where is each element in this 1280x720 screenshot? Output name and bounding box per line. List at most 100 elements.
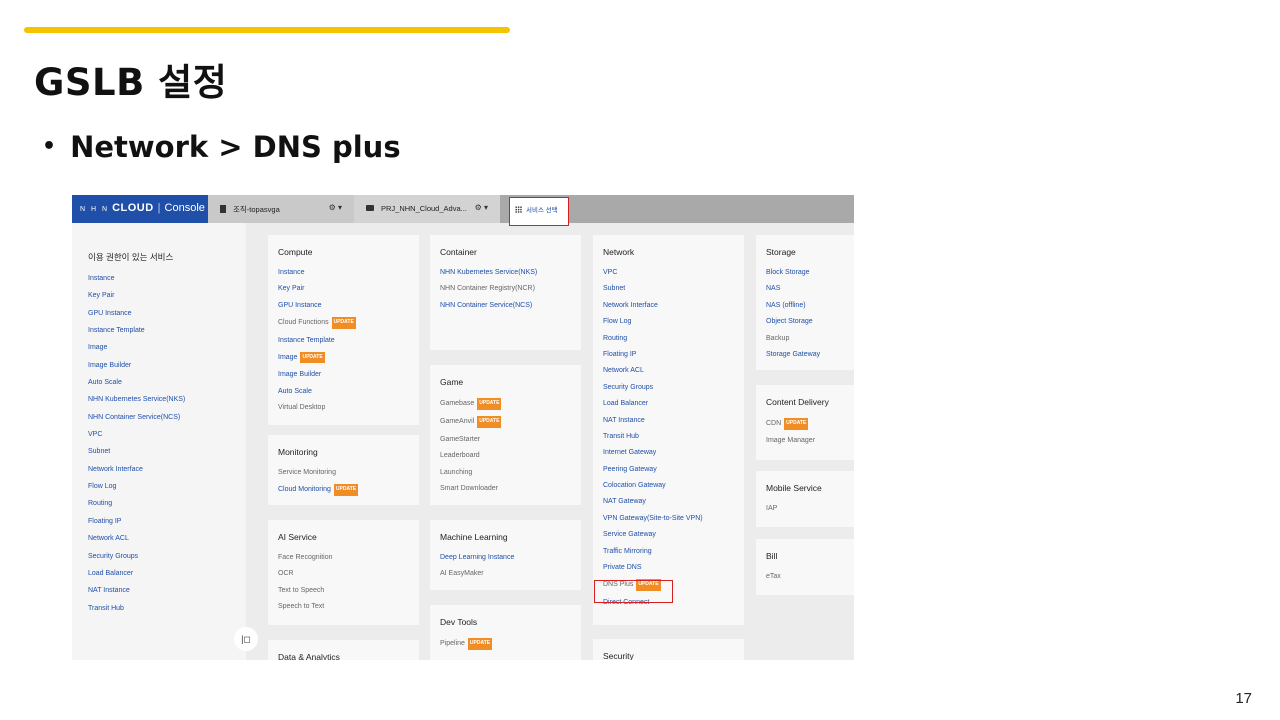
service-link[interactable]: Colocation Gateway (603, 481, 744, 491)
card-content-delivery: Content Delivery CDN UPDATE Image Manager (756, 385, 854, 460)
card-title: Security (603, 651, 634, 660)
sidebar-item[interactable]: NHN Container Service(NCS) (88, 414, 246, 431)
service-link-label: Text to Speech (278, 586, 325, 594)
service-link[interactable]: Peering Gateway (603, 465, 744, 475)
service-link[interactable]: Load Balancer (603, 399, 744, 409)
service-link[interactable]: Block Storage (766, 268, 854, 278)
service-link[interactable]: Cloud Monitoring UPDATE (278, 484, 419, 496)
service-link[interactable]: Auto Scale (278, 387, 419, 397)
service-link[interactable]: Virtual Desktop (278, 403, 419, 413)
collapse-sidebar-icon[interactable]: |◻ (234, 627, 258, 651)
service-link[interactable]: Backup (766, 334, 854, 344)
service-select-button[interactable]: 서비스 선택 (509, 197, 569, 226)
sidebar-item[interactable]: NHN Kubernetes Service(NKS) (88, 396, 246, 413)
bullet-text: Network > DNS plus (70, 130, 401, 164)
sidebar-item[interactable]: GPU Instance (88, 310, 246, 327)
service-link-label: Private DNS (603, 564, 642, 572)
service-link[interactable]: IAP (766, 504, 854, 514)
service-link[interactable]: GPU Instance (278, 301, 419, 311)
service-link[interactable]: Launching (440, 468, 581, 478)
service-link[interactable]: OCR (278, 569, 419, 579)
service-link[interactable]: Speech to Text (278, 602, 419, 612)
service-link[interactable]: NAS (offline) (766, 301, 854, 311)
sidebar-item[interactable]: NAT Instance (88, 587, 246, 604)
service-link[interactable]: Image Builder (278, 370, 419, 380)
sidebar-item[interactable]: VPC (88, 431, 246, 448)
sidebar-item[interactable]: Instance Template (88, 327, 246, 344)
service-link[interactable]: Image UPDATE (278, 351, 419, 364)
service-link[interactable]: AI EasyMaker (440, 569, 581, 579)
service-link[interactable]: Internet Gateway (603, 448, 744, 458)
service-link[interactable]: Object Storage (766, 317, 854, 327)
service-link[interactable]: GameStarter (440, 435, 581, 445)
service-link[interactable]: Cloud Functions UPDATE (278, 317, 419, 329)
grid-icon (515, 206, 522, 213)
nhn-cloud-logo[interactable]: N H N CLOUD | Console (72, 195, 208, 223)
update-badge: UPDATE (784, 418, 809, 430)
card-title: Container (440, 247, 477, 257)
service-link[interactable]: Security Groups (603, 383, 744, 393)
service-link[interactable]: Traffic Mirroring (603, 547, 744, 557)
org-selector[interactable]: 조직-topasvga ⚙ ▾ (208, 195, 354, 223)
card-machine-learning: Machine Learning Deep Learning Instance AI… (430, 520, 581, 590)
service-link[interactable]: Floating IP (603, 350, 744, 360)
org-settings-gear-icon[interactable]: ⚙ ▾ (329, 203, 342, 212)
service-link[interactable]: Routing (603, 334, 744, 344)
service-link[interactable]: Gamebase UPDATE (440, 398, 581, 410)
service-link[interactable]: eTax (766, 572, 854, 582)
service-link-label: IAP (766, 505, 778, 512)
service-link[interactable]: Subnet (603, 284, 744, 294)
sidebar-item[interactable]: Load Balancer (88, 570, 246, 587)
sidebar-item[interactable]: Network ACL (88, 535, 246, 552)
service-link[interactable]: Leaderboard (440, 451, 581, 461)
service-link[interactable]: VPC (603, 268, 744, 278)
sidebar-item[interactable]: Image (88, 344, 246, 361)
service-link[interactable]: NAS (766, 284, 854, 294)
service-link[interactable]: GameAnvil UPDATE (440, 416, 581, 428)
sidebar-item[interactable]: Network Interface (88, 466, 246, 483)
service-link-label: NHN Kubernetes Service(NKS) (440, 269, 538, 276)
service-link[interactable]: Transit Hub (603, 432, 744, 442)
service-link[interactable]: Network ACL (603, 366, 744, 376)
service-link[interactable]: Instance (278, 268, 419, 278)
service-link-label: Image Builder (278, 371, 322, 379)
service-link[interactable]: Private DNS (603, 563, 744, 573)
project-settings-gear-icon[interactable]: ⚙ ▾ (475, 203, 488, 212)
service-link[interactable]: Service Monitoring (278, 468, 419, 478)
service-link[interactable]: Network Interface (603, 301, 744, 311)
sidebar-item[interactable]: Auto Scale (88, 379, 246, 396)
service-link[interactable]: Image Manager (766, 436, 854, 446)
service-link[interactable]: NAT Instance (603, 416, 744, 426)
card-title: Compute (278, 247, 313, 257)
service-link[interactable]: CDN UPDATE (766, 418, 854, 430)
service-link[interactable]: NAT Gateway (603, 497, 744, 507)
service-link[interactable]: Key Pair (278, 284, 419, 294)
service-link[interactable]: Storage Gateway (766, 350, 854, 360)
sidebar-item[interactable]: Floating IP (88, 518, 246, 535)
service-link-label: Network ACL (603, 367, 644, 375)
sidebar-item[interactable]: Subnet (88, 448, 246, 465)
sidebar-item[interactable]: Security Groups (88, 553, 246, 570)
sidebar-item[interactable]: Instance (88, 275, 246, 292)
service-link[interactable]: Text to Speech (278, 586, 419, 596)
service-link[interactable]: NHN Container Registry(NCR) (440, 284, 581, 294)
service-link[interactable]: VPN Gateway(Site-to-Site VPN) (603, 514, 744, 524)
service-link[interactable]: Pipeline UPDATE (440, 638, 581, 650)
service-link[interactable]: Face Recognition (278, 553, 419, 563)
service-link[interactable]: Deep Learning Instance (440, 553, 581, 563)
sidebar-item[interactable]: Routing (88, 500, 246, 517)
sidebar-item[interactable]: Key Pair (88, 292, 246, 309)
service-link-label: Flow Log (603, 318, 632, 326)
service-link[interactable]: Smart Downloader (440, 484, 581, 494)
project-selector[interactable]: PRJ_NHN_Cloud_Adva... ⚙ ▾ (354, 195, 500, 223)
sidebar-item[interactable]: Transit Hub (88, 605, 246, 622)
sidebar-item[interactable]: Flow Log (88, 483, 246, 500)
service-link[interactable]: NHN Container Service(NCS) (440, 301, 581, 311)
service-link[interactable]: Instance Template (278, 336, 419, 346)
service-link[interactable]: NHN Kubernetes Service(NKS) (440, 268, 581, 278)
dns-plus-highlight (594, 580, 673, 603)
logo-cloud-text: CLOUD (112, 202, 154, 214)
sidebar-item[interactable]: Image Builder (88, 362, 246, 379)
service-link[interactable]: Flow Log (603, 317, 744, 327)
service-link[interactable]: Service Gateway (603, 530, 744, 540)
